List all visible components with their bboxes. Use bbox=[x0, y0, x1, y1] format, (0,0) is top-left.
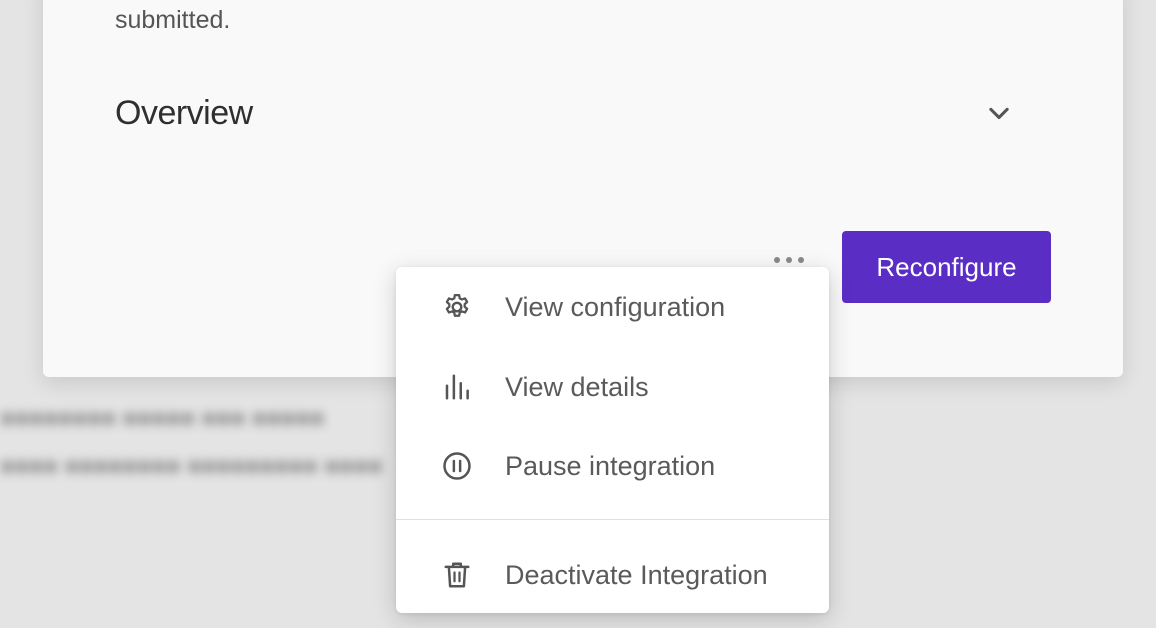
menu-item-deactivate-integration[interactable]: Deactivate Integration bbox=[396, 545, 829, 605]
menu-item-view-configuration[interactable]: View configuration bbox=[396, 277, 829, 337]
actions-dropdown-menu: View configuration View details Pause in… bbox=[396, 267, 829, 613]
blurred-background-content: ■■■■■■■■ ■■■■■ ■■■ ■■■■■ ■■■■ ■■■■■■■■ ■… bbox=[0, 405, 383, 480]
menu-item-pause-integration[interactable]: Pause integration bbox=[396, 436, 829, 496]
menu-item-label: View details bbox=[505, 372, 649, 402]
trash-icon bbox=[444, 562, 470, 588]
reconfigure-button[interactable]: Reconfigure bbox=[842, 231, 1051, 303]
pause-circle-icon bbox=[443, 452, 471, 480]
description-text: submitted. bbox=[115, 6, 231, 34]
menu-item-label: Pause integration bbox=[505, 451, 716, 481]
menu-item-view-details[interactable]: View details bbox=[396, 357, 829, 417]
menu-divider bbox=[396, 519, 829, 520]
bar-chart-icon bbox=[445, 374, 469, 400]
gear-icon bbox=[445, 294, 469, 317]
menu-item-label: View configuration bbox=[505, 292, 726, 322]
chevron-down-icon[interactable] bbox=[985, 100, 1013, 128]
menu-item-label: Deactivate Integration bbox=[505, 560, 768, 590]
overview-heading: Overview bbox=[115, 94, 253, 132]
